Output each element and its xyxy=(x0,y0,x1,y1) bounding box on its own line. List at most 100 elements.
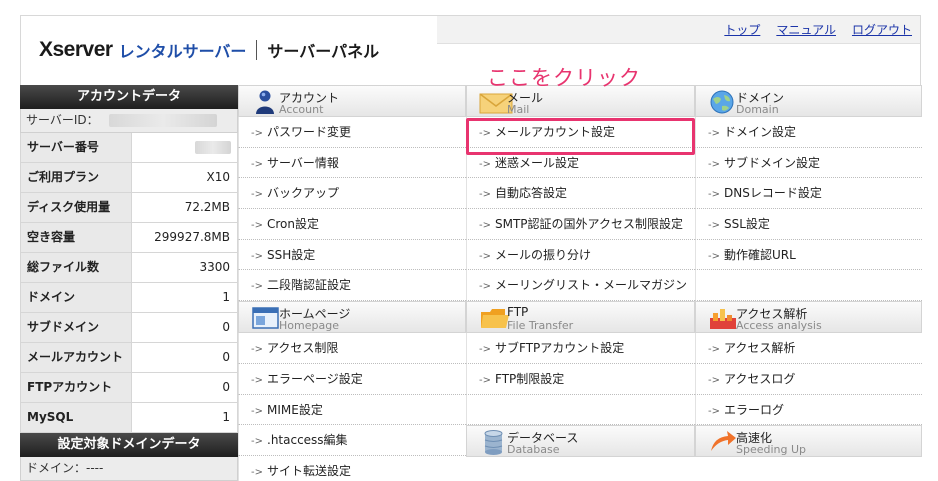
menu-item-label: サイト転送設定 xyxy=(267,463,352,478)
menu-item-label: 二段階認証設定 xyxy=(267,278,352,293)
arrow-icon: -> xyxy=(479,374,491,386)
menu-item-server-info[interactable]: -> サーバー情報 xyxy=(238,147,466,179)
menu-item-label: 迷惑メール設定 xyxy=(495,155,580,170)
target-domain-row: ドメイン：---- xyxy=(20,457,238,481)
menu-item-label: アクセス解析 xyxy=(724,341,796,356)
section-subtitle: Speeding Up xyxy=(736,443,807,457)
homepage-window-icon xyxy=(251,305,281,331)
sidebar-row-label: MySQL xyxy=(21,403,132,432)
mail-envelope-icon xyxy=(479,89,513,115)
account-data-sidebar: アカウントデータ サーバーID： サーバー番号 ご利用プラン X10 ディスク使… xyxy=(20,85,238,481)
arrow-icon: -> xyxy=(251,344,263,356)
server-id-label: サーバーID： xyxy=(26,113,99,127)
sidebar-row-label: 空き容量 xyxy=(21,223,132,252)
section-subtitle: Mail xyxy=(507,103,530,116)
menu-item-access-log[interactable]: -> アクセスログ xyxy=(695,363,922,395)
menu-item-two-factor[interactable]: -> 二段階認証設定 xyxy=(238,270,466,302)
sidebar-row-server-number: サーバー番号 xyxy=(20,133,238,163)
top-link[interactable]: トップ xyxy=(724,21,760,38)
manual-link[interactable]: マニュアル xyxy=(776,21,836,38)
logo-divider xyxy=(256,40,258,60)
menu-item-label: MIME設定 xyxy=(267,402,323,417)
access-analysis-chart-icon xyxy=(708,305,738,331)
menu-item-test-url[interactable]: -> 動作確認URL xyxy=(695,239,922,271)
section-subtitle: Account xyxy=(279,103,324,116)
arrow-icon: -> xyxy=(708,405,720,417)
menu-item-label: DNSレコード設定 xyxy=(724,186,822,201)
menu-item-error-page[interactable]: -> エラーページ設定 xyxy=(238,363,466,395)
empty-cell xyxy=(695,270,922,302)
account-data-title: アカウントデータ xyxy=(20,85,238,109)
free-space-value: 299927.8MB xyxy=(132,223,237,252)
menu-item-label: アクセス制限 xyxy=(267,341,339,356)
menu-item-label: .htaccess編集 xyxy=(267,433,348,448)
menu-item-htaccess[interactable]: -> .htaccess編集 xyxy=(238,425,466,456)
top-links: トップ マニュアル ログアウト xyxy=(724,21,912,38)
arrow-icon: -> xyxy=(708,344,720,356)
menu-item-label: ドメイン設定 xyxy=(724,125,797,139)
logo-rental-server: レンタルサーバー xyxy=(118,42,247,61)
menu-item-mime[interactable]: -> MIME設定 xyxy=(238,394,466,426)
menu-item-site-redirect[interactable]: -> サイト転送設定 xyxy=(238,455,466,481)
sidebar-row-label: ドメイン xyxy=(21,283,132,312)
menu-item-label: SSH設定 xyxy=(267,247,316,262)
menu-item-access-analysis[interactable]: -> アクセス解析 xyxy=(695,333,922,364)
arrow-icon: -> xyxy=(479,158,491,170)
menu-item-error-log[interactable]: -> エラーログ xyxy=(695,394,922,426)
menu-item-password-change[interactable]: -> パスワード変更 xyxy=(238,117,466,148)
arrow-icon: -> xyxy=(251,281,263,293)
menu-item-subdomain-settings[interactable]: -> サブドメイン設定 xyxy=(695,147,922,179)
domain-data-title: 設定対象ドメインデータ xyxy=(20,433,238,457)
account-person-icon xyxy=(251,89,281,115)
mail-account-count-value: 0 xyxy=(132,343,237,372)
arrow-icon: -> xyxy=(251,466,263,478)
menu-item-mailing-list[interactable]: -> メーリングリスト・メールマガジン xyxy=(466,270,695,302)
logout-link[interactable]: ログアウト xyxy=(852,21,912,38)
menu-item-smtp-restriction[interactable]: -> SMTP認証の国外アクセス制限設定 xyxy=(466,209,695,240)
menu-item-cron[interactable]: -> Cron設定 xyxy=(238,209,466,240)
sidebar-row-mysql: MySQL 1 xyxy=(20,403,238,433)
menu-item-ftp-restriction[interactable]: -> FTP制限設定 xyxy=(466,363,695,395)
menu-item-ssl[interactable]: -> SSL設定 xyxy=(695,209,922,240)
sidebar-row-label: サブドメイン xyxy=(21,313,132,342)
menu-item-auto-reply[interactable]: -> 自動応答設定 xyxy=(466,178,695,210)
menu-item-label: 自動応答設定 xyxy=(495,186,568,201)
domain-count-value: 1 xyxy=(132,283,237,312)
server-id-redacted xyxy=(109,114,217,127)
click-here-callout: ここをクリック xyxy=(487,66,641,90)
sidebar-row-label: メールアカウント xyxy=(21,343,132,372)
arrow-icon: -> xyxy=(251,128,263,139)
speed-up-arrow-icon xyxy=(708,429,738,455)
logo[interactable]: Xserver レンタルサーバー サーバーパネル xyxy=(39,38,379,62)
menu-item-sub-ftp-account[interactable]: -> サブFTPアカウント設定 xyxy=(466,333,695,364)
ftp-account-count-value: 0 xyxy=(132,373,237,402)
section-subtitle: File Transfer xyxy=(507,319,574,333)
menu-item-backup[interactable]: -> バックアップ xyxy=(238,178,466,210)
menu-item-ssh[interactable]: -> SSH設定 xyxy=(238,239,466,271)
menu-item-dns-record[interactable]: -> DNSレコード設定 xyxy=(695,178,922,210)
arrow-icon: -> xyxy=(708,189,720,201)
menu-item-label: エラーページ設定 xyxy=(267,371,363,386)
menu-item-label: アクセスログ xyxy=(724,371,796,386)
arrow-icon: -> xyxy=(479,220,491,232)
column-right: ドメイン Domain -> ドメイン設定 -> サブドメイン設定 -> DNSレコー… xyxy=(695,85,922,481)
logo-brand: Xserver xyxy=(39,38,113,61)
arrow-icon: -> xyxy=(479,281,491,293)
arrow-icon: -> xyxy=(479,250,491,262)
sidebar-row-mail-account: メールアカウント 0 xyxy=(20,343,238,373)
menu-item-label: SMTP認証の国外アクセス制限設定 xyxy=(495,217,683,232)
menu-item-mail-filter[interactable]: -> メールの振り分け xyxy=(466,239,695,271)
menu-item-access-restriction[interactable]: -> アクセス制限 xyxy=(238,333,466,364)
sidebar-row-ftp-account: FTPアカウント 0 xyxy=(20,373,238,403)
server-number-redacted xyxy=(195,141,231,154)
menu-item-label: Cron設定 xyxy=(267,217,319,232)
plan-value: X10 xyxy=(132,163,237,192)
menu-item-label: バックアップ xyxy=(267,186,340,201)
sidebar-row-label: サーバー番号 xyxy=(21,133,132,162)
section-subtitle: Access analysis xyxy=(736,319,822,333)
menu-item-domain-settings[interactable]: -> ドメイン設定 xyxy=(695,117,922,148)
section-subtitle: Homepage xyxy=(279,319,339,333)
sidebar-row-label: 総ファイル数 xyxy=(21,253,132,282)
arrow-icon: -> xyxy=(479,344,491,356)
section-subtitle: Domain xyxy=(736,103,779,116)
